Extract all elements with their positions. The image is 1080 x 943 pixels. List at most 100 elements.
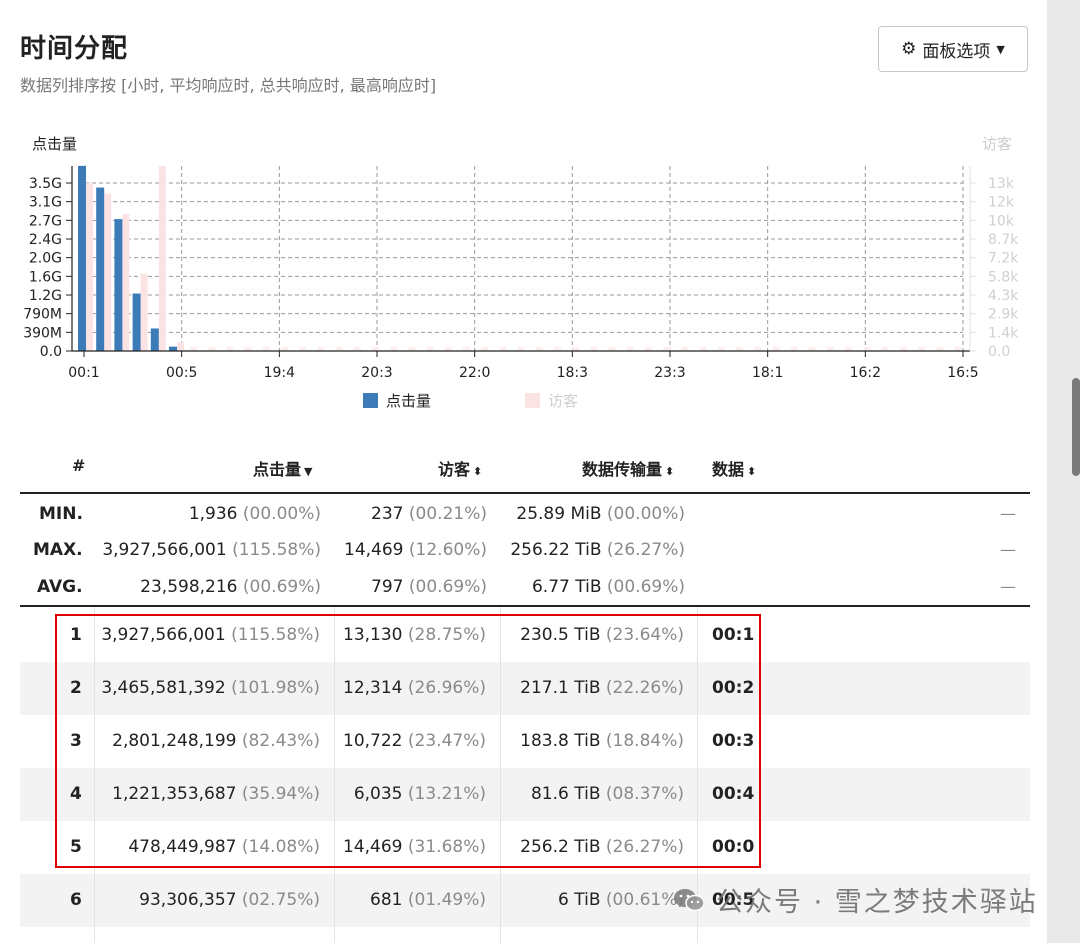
x-tick-label: 18:1: [752, 365, 783, 381]
summary-label-max: MAX.: [33, 540, 83, 560]
right-tick-label: 4.3k: [988, 288, 1019, 304]
column-header-visitors-label: 访客: [438, 460, 471, 479]
right-tick-label: 10k: [988, 213, 1015, 229]
legend-item-hits[interactable]: 点击量: [363, 390, 431, 411]
x-tick-label: 22:0: [459, 365, 490, 381]
x-tick-label: 18:3: [557, 365, 588, 381]
right-tick-label: 7.2k: [988, 251, 1019, 267]
panel-options-button[interactable]: ⚙ 面板选项 ▼: [878, 26, 1028, 72]
row-num: 6: [70, 890, 82, 910]
visitors-bar: [104, 193, 112, 351]
right-axis-label: 访客: [982, 135, 1012, 153]
column-header-bandwidth-label: 数据传输量: [582, 460, 663, 479]
right-tick-label: 8.7k: [988, 232, 1019, 248]
x-tick-label: 20:3: [361, 365, 392, 381]
left-tick-label: 1.2G: [29, 288, 62, 304]
column-header-num: #: [72, 456, 86, 475]
right-tick-label: 5.8k: [988, 269, 1019, 285]
column-header-data[interactable]: 数据 ⬍: [712, 456, 756, 480]
column-header-data-label: 数据: [712, 460, 745, 479]
summary-max-visitors: 14,469 (12.60%): [344, 540, 487, 560]
row-bandwidth: 6 TiB (00.61%): [558, 890, 684, 910]
left-tick-label: 3.1G: [29, 195, 62, 211]
summary-divider: [20, 605, 1030, 607]
hits-bar: [96, 187, 105, 351]
summary-avg-visitors: 797 (00.69%): [371, 577, 487, 597]
summary-avg-bandwidth: 6.77 TiB (00.69%): [531, 577, 685, 597]
watermark: 公众号 · 雪之梦技术驿站: [672, 880, 1038, 919]
summary-max-bandwidth: 256.22 TiB (26.27%): [510, 540, 685, 560]
hits-bar: [150, 328, 159, 351]
right-tick-label: 12k: [988, 195, 1015, 211]
x-axis-ticks: 00:1 00:5 19:4 20:3 22:0 18:3 23:3 18:1 16:2 16:5: [68, 351, 979, 381]
panel-subtitle: 数据列排序按 [小时, 平均响应时, 总共响应时, 最高响应时]: [20, 76, 437, 95]
sort-icon: ⬍: [473, 465, 483, 478]
wechat-icon: [672, 887, 706, 913]
left-tick-label: 790M: [23, 307, 62, 323]
visitors-bar: [158, 165, 166, 351]
visitors-bar: [177, 342, 184, 351]
hits-bar: [169, 346, 177, 351]
watermark-text: 公众号 · 雪之梦技术驿站: [716, 887, 1038, 918]
sort-desc-icon: ▼: [304, 465, 313, 478]
left-tick-label: 2.7G: [29, 213, 62, 229]
sort-icon: ⬍: [665, 465, 675, 478]
hits-bar: [78, 165, 86, 351]
left-tick-label: 0.0: [40, 344, 62, 360]
legend-swatch-visitors: [525, 393, 540, 408]
summary-min-bandwidth: 25.89 MiB (00.00%): [516, 504, 685, 524]
table-header-divider: [20, 492, 1030, 494]
panel-options-label: 面板选项: [922, 41, 991, 62]
left-axis-label: 点击量: [32, 135, 77, 153]
x-tick-label: 23:3: [654, 365, 685, 381]
visitors-bar: [86, 183, 93, 351]
visitors-bar: [122, 213, 130, 351]
sort-icon: ⬍: [747, 465, 757, 478]
left-axis-ticks: 0.0 390M 790M 1.2G 1.6G 2.0G 2.4G 2.7G 3.1G 3.5G: [23, 176, 72, 360]
chart-grid: [78, 166, 964, 351]
x-tick-label: 16:2: [850, 365, 881, 381]
visitors-bar: [140, 273, 148, 351]
summary-min-hits: 1,936 (00.00%): [188, 504, 321, 524]
hits-visitors-chart: 0.0390M790M1.2G1.6G2.0G2.4G2.7G3.1G3.5G …: [23, 135, 1019, 381]
x-tick-label: 16:5: [947, 365, 978, 381]
column-header-bandwidth[interactable]: 数据传输量 ⬍: [582, 456, 674, 480]
right-tick-label: 2.9k: [988, 307, 1019, 323]
summary-label-avg: AVG.: [37, 577, 83, 597]
legend-label-hits: 点击量: [386, 392, 432, 410]
right-tick-label: 0.0: [988, 344, 1010, 360]
time-distribution-panel: 时间分配 数据列排序按 [小时, 平均响应时, 总共响应时, 最高响应时] ⚙ …: [0, 0, 1047, 943]
caret-down-icon: ▼: [996, 42, 1005, 56]
left-tick-label: 390M: [23, 325, 62, 341]
summary-avg-hits: 23,598,216 (00.69%): [140, 577, 321, 597]
visitors-bars: [86, 165, 962, 351]
summary-avg-dash: —: [1000, 577, 1016, 596]
highlight-box: [55, 614, 761, 868]
summary-min-dash: —: [1000, 504, 1016, 523]
x-tick-label: 19:4: [264, 365, 296, 381]
summary-max-dash: —: [1000, 540, 1016, 559]
row-hits: 93,306,357 (02.75%): [139, 890, 320, 910]
left-tick-label: 2.0G: [29, 251, 62, 267]
column-header-hits[interactable]: 点击量 ▼: [253, 456, 312, 480]
summary-label-min: MIN.: [39, 504, 83, 524]
hits-bar: [132, 293, 141, 351]
panel-title: 时间分配: [20, 34, 129, 64]
left-tick-label: 3.5G: [29, 176, 62, 192]
hits-bar: [114, 219, 123, 351]
scrollbar-thumb[interactable]: [1072, 378, 1080, 476]
left-tick-label: 1.6G: [29, 269, 62, 285]
row-visitors: 681 (01.49%): [370, 890, 486, 910]
x-tick-label: 00:1: [68, 365, 99, 381]
column-header-hits-label: 点击量: [253, 460, 302, 479]
column-header-visitors[interactable]: 访客 ⬍: [438, 456, 482, 480]
x-tick-label: 00:5: [166, 365, 197, 381]
legend-swatch-hits: [363, 393, 378, 408]
left-tick-label: 2.4G: [29, 232, 62, 248]
gear-icon: ⚙: [901, 39, 917, 59]
legend-item-visitors[interactable]: 访客: [525, 390, 578, 411]
summary-max-hits: 3,927,566,001 (115.58%): [102, 540, 321, 560]
legend-label-visitors: 访客: [548, 392, 579, 410]
chart-axes: [71, 166, 971, 352]
right-axis-ticks: 0.0 1.4k 2.9k 4.3k 5.8k 7.2k 8.7k 10k 12k 13k: [970, 176, 1019, 360]
